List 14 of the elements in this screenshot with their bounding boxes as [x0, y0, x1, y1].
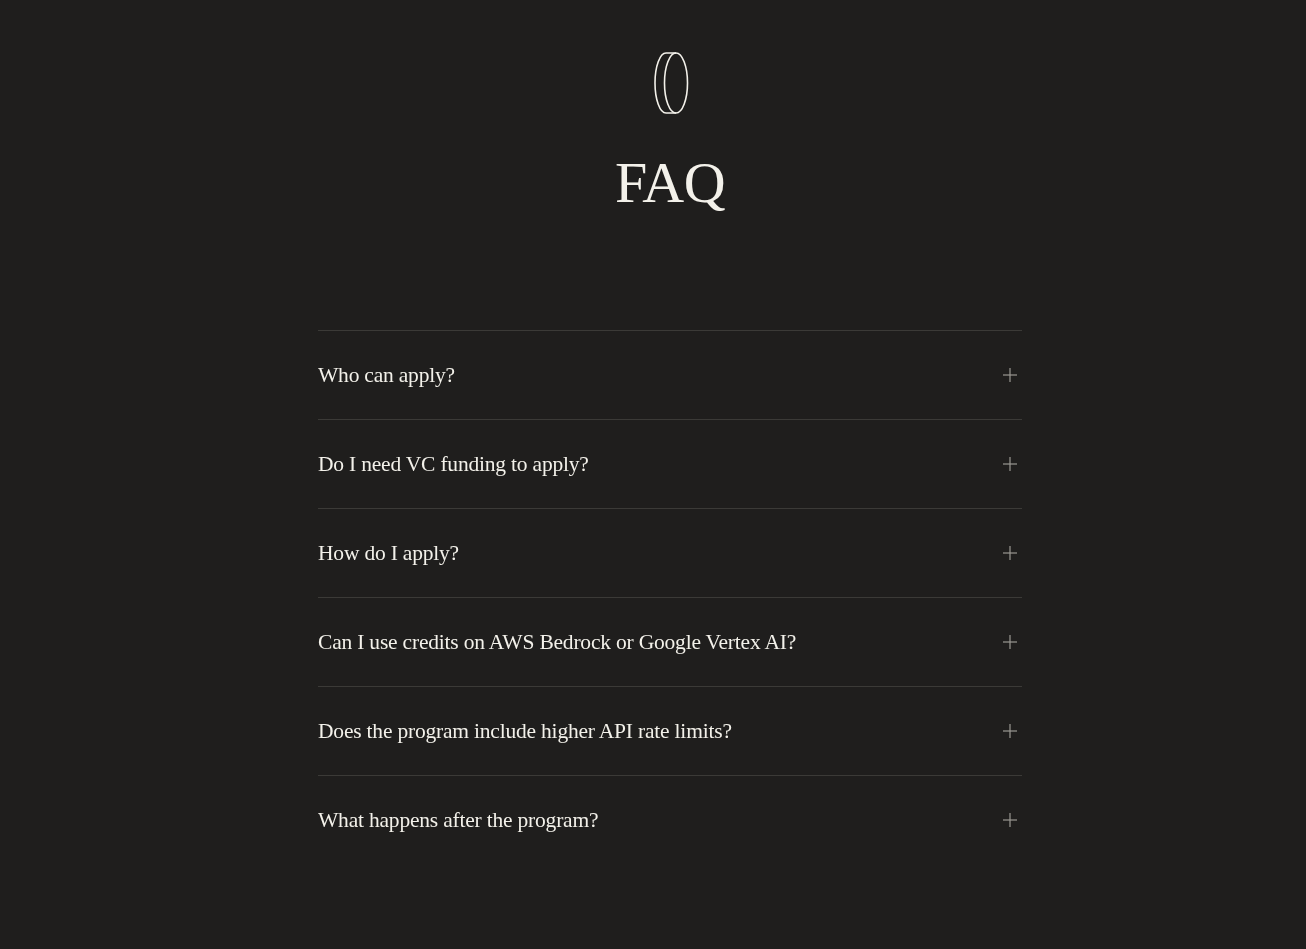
coin-logo-icon	[651, 52, 689, 114]
page-title: FAQ	[614, 154, 726, 212]
faq-question-row[interactable]: Can I use credits on AWS Bedrock or Google Vertex AI?	[318, 598, 1022, 686]
faq-question: Does the program include higher API rate limits?	[318, 717, 732, 745]
faq-question-row[interactable]: What happens after the program?	[318, 776, 1022, 864]
faq-question: What happens after the program?	[318, 806, 599, 834]
faq-question-row[interactable]: Do I need VC funding to apply?	[318, 420, 1022, 508]
faq-question-row[interactable]: How do I apply?	[318, 509, 1022, 597]
faq-question-row[interactable]: Who can apply?	[318, 331, 1022, 419]
faq-question: Can I use credits on AWS Bedrock or Google Vertex AI?	[318, 628, 797, 656]
faq-question: Do I need VC funding to apply?	[318, 450, 589, 478]
faq-question: Who can apply?	[318, 361, 455, 389]
faq-question: How do I apply?	[318, 539, 459, 567]
faq-question-row[interactable]: Does the program include higher API rate limits?	[318, 687, 1022, 775]
